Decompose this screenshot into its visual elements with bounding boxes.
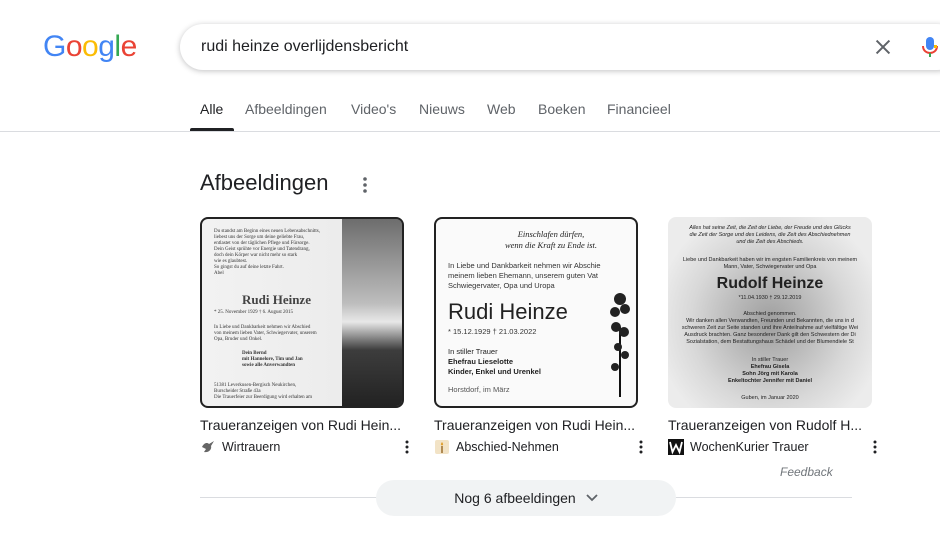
candle-icon — [434, 439, 450, 455]
tree-silhouette-icon — [610, 293, 630, 397]
image-result-source[interactable]: WochenKurier Trauer — [668, 439, 878, 455]
logo-letter: o — [65, 30, 83, 63]
image-result-title[interactable]: Traueranzeigen von Rudolf H... — [668, 417, 878, 433]
thumb-dates: * 15.12.1929 † 21.03.2022 — [448, 327, 537, 336]
microphone-icon[interactable] — [920, 35, 940, 59]
thumb-place: Guben, im Januar 2020 — [741, 395, 799, 401]
thumb-text-mid: Abschied genommen. Wir danken allen Verw… — [681, 311, 859, 345]
deceased-name: Rudi Heinze — [242, 292, 311, 307]
image-result-card[interactable]: Einschlafen dürfen, wenn die Kraft zu En… — [434, 217, 643, 455]
logo-letter: e — [120, 30, 138, 63]
deceased-name: Rudolf Heinze — [716, 275, 824, 292]
image-result-card[interactable]: Alles hat seine Zeit, die Zeit der Liebe… — [668, 217, 877, 455]
more-options-icon[interactable] — [638, 439, 644, 455]
search-input[interactable]: rudi heinze overlijdensbericht — [201, 38, 408, 56]
tab-finance[interactable]: Financieel — [607, 101, 671, 117]
more-options-icon[interactable] — [357, 176, 373, 194]
tab-images[interactable]: Afbeeldingen — [245, 101, 327, 117]
tab-all[interactable]: Alle — [200, 101, 223, 117]
logo-letter: G — [43, 30, 66, 63]
thumb-family: In stiller Trauer Ehefrau Gisela Sohn Jö… — [727, 357, 813, 384]
image-result-title[interactable]: Traueranzeigen von Rudi Hein... — [434, 417, 644, 433]
image-result-source[interactable]: Abschied-Nehmen — [434, 439, 644, 455]
deceased-name: Rudi Heinze — [448, 299, 568, 324]
search-box[interactable]: rudi heinze overlijdensbericht — [180, 24, 940, 70]
dove-icon — [200, 439, 216, 455]
thumb-heading: Einschlafen dürfen, wenn die Kraft zu En… — [504, 229, 598, 250]
logo-letter: g — [98, 30, 115, 63]
chevron-down-icon — [586, 494, 598, 502]
more-images-button[interactable]: Nog 6 afbeeldingen — [376, 480, 676, 516]
image-thumbnail[interactable]: Alles hat seine Zeit, die Zeit der Liebe… — [668, 217, 872, 408]
w-logo-icon — [668, 439, 684, 455]
source-name: WochenKurier Trauer — [690, 440, 809, 454]
thumb-family: Dein Bernd mit Hannelore, Tim und Jan so… — [242, 351, 303, 368]
image-result-title[interactable]: Traueranzeigen von Rudi Hein... — [200, 417, 410, 433]
image-result-card[interactable]: Du standst am Beginn eines neuen Lebensa… — [200, 217, 409, 455]
section-title: Afbeeldingen — [200, 170, 329, 195]
source-name: Wirtrauern — [222, 440, 281, 454]
thumb-text-top: Alles hat seine Zeit, die Zeit der Liebe… — [689, 225, 851, 245]
thumb-dates: *11.04.1930 † 29.12.2019 — [738, 295, 802, 301]
thumb-mourners: In stiller Trauer Ehefrau Lieselotte Kin… — [448, 347, 541, 376]
thumb-text-top: Du standst am Beginn eines neuen Lebensa… — [214, 229, 320, 276]
tab-web[interactable]: Web — [487, 101, 516, 117]
google-logo[interactable]: Google — [43, 30, 137, 64]
more-options-icon[interactable] — [872, 439, 878, 455]
active-tab-indicator — [190, 128, 234, 131]
image-result-source[interactable]: Wirtrauern — [200, 439, 410, 455]
thumb-text-body: In Liebe und Dankbarkeit nehmen wir Absc… — [448, 261, 601, 290]
search-tabs: Alle Afbeeldingen Video's Nieuws Web Boe… — [0, 88, 940, 132]
close-icon[interactable] — [872, 36, 894, 58]
more-options-icon[interactable] — [404, 439, 410, 455]
tab-books[interactable]: Boeken — [538, 101, 585, 117]
tab-news[interactable]: Nieuws — [419, 101, 465, 117]
thumb-text-mid: In Liebe und Dankbarkeit nehmen wir Absc… — [214, 325, 317, 342]
thumb-text-intro: Liebe und Dankbarkeit haben wir im engst… — [682, 257, 858, 270]
logo-letter: o — [82, 30, 99, 63]
image-thumbnail[interactable]: Du standst am Beginn eines neuen Lebensa… — [200, 217, 404, 408]
landscape-photo — [342, 219, 402, 406]
thumb-address: 51381 Leverkusen-Bergisch Neukirchen, Bu… — [214, 383, 313, 400]
tab-videos[interactable]: Video's — [351, 101, 396, 117]
source-name: Abschied-Nehmen — [456, 440, 559, 454]
image-thumbnail[interactable]: Einschlafen dürfen, wenn die Kraft zu En… — [434, 217, 638, 408]
thumb-place: Horstdorf, im März — [448, 385, 510, 394]
feedback-link[interactable]: Feedback — [780, 465, 833, 479]
thumb-dates: * 25. November 1929 † 6. August 2015 — [214, 310, 294, 315]
more-images-label: Nog 6 afbeeldingen — [454, 490, 576, 506]
